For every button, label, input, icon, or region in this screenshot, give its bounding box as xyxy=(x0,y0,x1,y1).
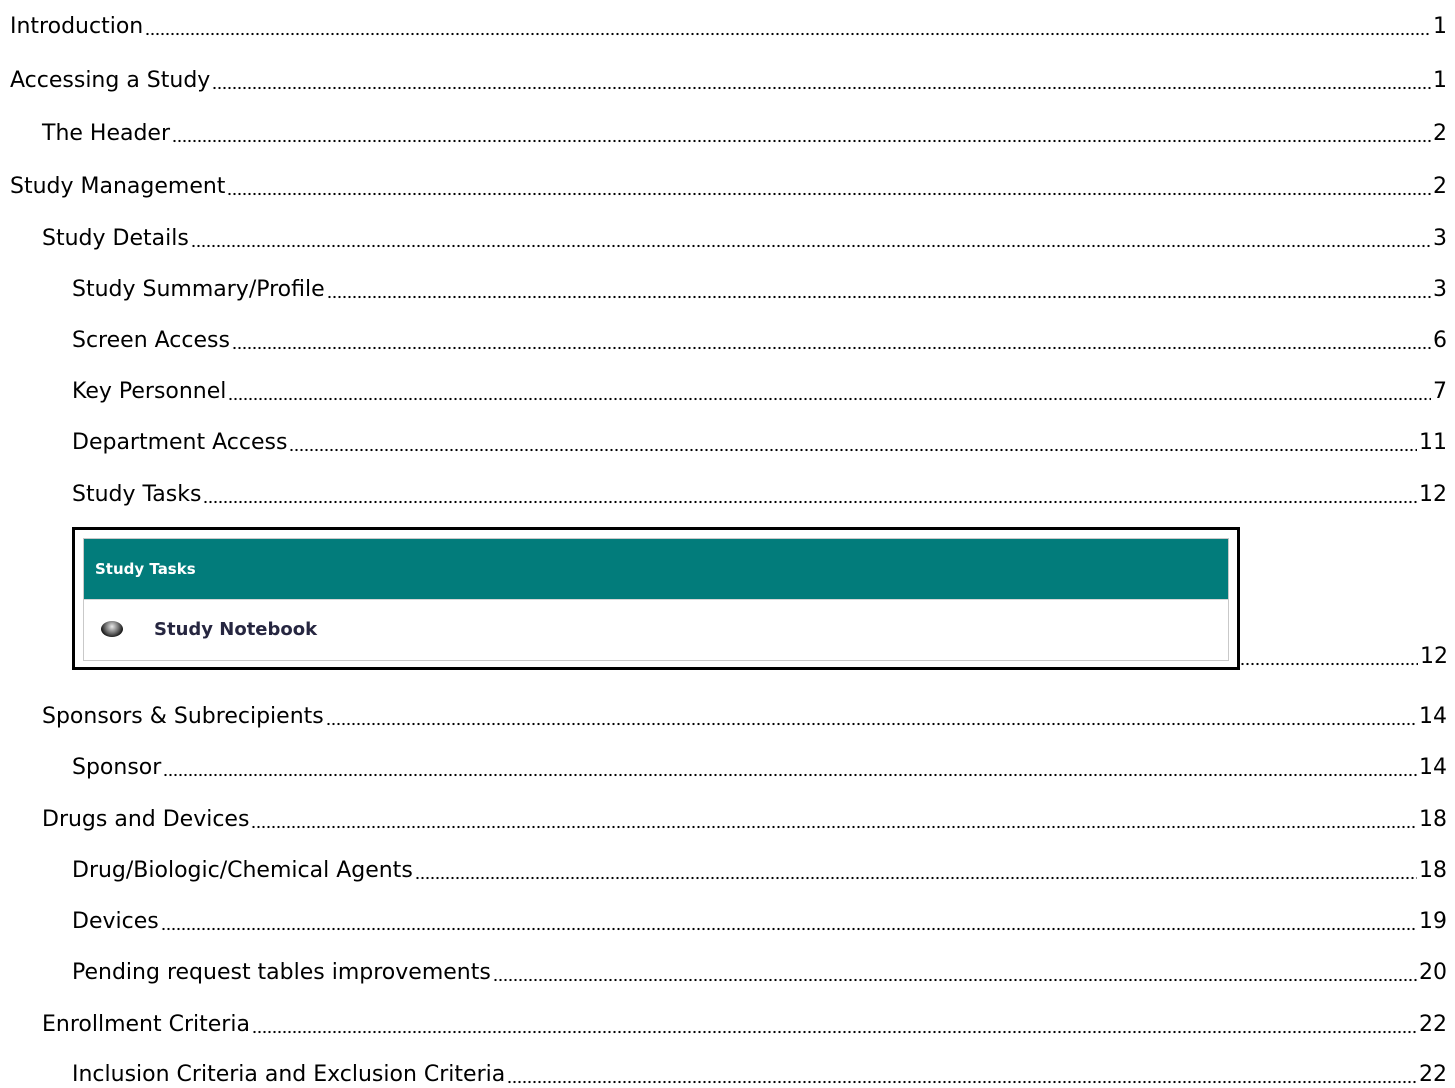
toc-entry-page: 18 xyxy=(1419,858,1447,883)
dot-leader xyxy=(289,432,1417,452)
toc-entry-title: Study Details xyxy=(42,226,189,251)
toc-entry-accessing-a-study[interactable]: Accessing a Study 1 xyxy=(10,62,1447,94)
toc-entry-title: Devices xyxy=(72,909,159,934)
toc-entry-title: Drugs and Devices xyxy=(42,807,250,832)
toc-entry-title: Pending request tables improvements xyxy=(72,960,491,985)
dot-leader xyxy=(326,279,1431,299)
dot-leader xyxy=(160,911,1417,931)
toc-entry-title: Drug/Biologic/Chemical Agents xyxy=(72,858,413,883)
toc-entry-page: 1 xyxy=(1433,68,1447,93)
dot-leader xyxy=(203,484,1417,504)
toc-entry-page: 14 xyxy=(1419,704,1447,729)
toc-entry-title: Key Personnel xyxy=(72,379,227,404)
toc-entry-page: 18 xyxy=(1419,807,1447,832)
toc-entry-drugs-and-devices[interactable]: Drugs and Devices 18 xyxy=(42,801,1447,833)
toc-entry-title: Study Management xyxy=(10,174,226,199)
study-notebook-item[interactable]: Study Notebook xyxy=(84,599,1228,658)
dot-leader xyxy=(190,228,1431,248)
toc-entry-page: 7 xyxy=(1433,379,1447,404)
dot-leader xyxy=(507,1064,1417,1084)
toc-entry-sponsors-subrecipients[interactable]: Sponsors & Subrecipients 14 xyxy=(42,698,1447,730)
toc-entry-title: Study Tasks xyxy=(72,482,202,507)
toc-entry-page: 20 xyxy=(1419,960,1447,985)
toc-entry-title: The Header xyxy=(42,121,171,146)
toc-entry-study-management[interactable]: Study Management 2 xyxy=(10,168,1447,200)
toc-entry-pending-request-tables-improvements[interactable]: Pending request tables improvements 20 xyxy=(72,954,1447,986)
toc-entry-study-details[interactable]: Study Details 3 xyxy=(42,220,1447,252)
dot-leader xyxy=(145,16,1431,36)
toc-entry-page: 14 xyxy=(1419,755,1447,780)
toc-entry-introduction[interactable]: Introduction 1 xyxy=(10,8,1447,40)
toc-entry-title: Introduction xyxy=(10,14,144,39)
dot-leader xyxy=(251,809,1417,829)
toc-entry-title: Enrollment Criteria xyxy=(42,1012,250,1037)
toc-entry-title: Study Summary/Profile xyxy=(72,277,325,302)
dot-leader xyxy=(212,70,1431,90)
dot-leader xyxy=(163,757,1417,777)
dot-leader xyxy=(231,330,1431,350)
toc-entry-department-access[interactable]: Department Access 11 xyxy=(72,424,1447,456)
toc-entry-figure-page: 12 xyxy=(1240,638,1448,670)
toc-entry-page: 1 xyxy=(1433,14,1447,39)
toc-entry-enrollment-criteria[interactable]: Enrollment Criteria 22 xyxy=(42,1006,1447,1038)
toc-entry-page: 22 xyxy=(1419,1012,1447,1037)
toc-entry-page: 12 xyxy=(1420,644,1448,669)
toc-entry-study-tasks[interactable]: Study Tasks 12 xyxy=(72,476,1447,508)
toc-entry-drug-biologic-chemical-agents[interactable]: Drug/Biologic/Chemical Agents 18 xyxy=(72,852,1447,884)
toc-entry-inclusion-exclusion-criteria[interactable]: Inclusion Criteria and Exclusion Criteri… xyxy=(72,1056,1447,1088)
dot-leader xyxy=(228,381,1431,401)
toc-entry-page: 12 xyxy=(1419,482,1447,507)
study-notebook-label: Study Notebook xyxy=(154,618,318,640)
toc-entry-title: Inclusion Criteria and Exclusion Criteri… xyxy=(72,1062,506,1087)
dot-leader xyxy=(251,1014,1417,1034)
dot-leader xyxy=(172,123,1431,143)
study-tasks-panel-header: Study Tasks xyxy=(84,539,1228,599)
dot-leader xyxy=(492,962,1417,982)
toc-entry-page: 19 xyxy=(1419,909,1447,934)
toc-entry-page: 2 xyxy=(1433,174,1447,199)
dot-leader xyxy=(325,706,1417,726)
toc-entry-title: Department Access xyxy=(72,430,288,455)
study-tasks-screenshot[interactable]: Study Tasks Study Notebook xyxy=(72,527,1240,670)
dot-leader xyxy=(1240,646,1418,666)
toc-entry-title: Sponsor xyxy=(72,755,162,780)
toc-entry-the-header[interactable]: The Header 2 xyxy=(42,115,1447,147)
toc-entry-title: Accessing a Study xyxy=(10,68,211,93)
study-tasks-panel: Study Tasks Study Notebook xyxy=(83,538,1229,661)
toc-entry-page: 6 xyxy=(1433,328,1447,353)
toc-entry-title: Sponsors & Subrecipients xyxy=(42,704,324,729)
toc-entry-key-personnel[interactable]: Key Personnel 7 xyxy=(72,373,1447,405)
toc-entry-page: 3 xyxy=(1433,226,1447,251)
toc-entry-page: 2 xyxy=(1433,121,1447,146)
toc-entry-screen-access[interactable]: Screen Access 6 xyxy=(72,322,1447,354)
toc-entry-page: 11 xyxy=(1419,430,1447,455)
radio-bullet-icon xyxy=(101,621,123,637)
toc-entry-study-summary-profile[interactable]: Study Summary/Profile 3 xyxy=(72,271,1447,303)
toc-entry-page: 22 xyxy=(1419,1062,1447,1087)
toc-entry-title: Screen Access xyxy=(72,328,230,353)
dot-leader xyxy=(227,176,1431,196)
toc-entry-devices[interactable]: Devices 19 xyxy=(72,903,1447,935)
dot-leader xyxy=(414,860,1417,880)
toc-entry-sponsor[interactable]: Sponsor 14 xyxy=(72,749,1447,781)
toc-entry-page: 3 xyxy=(1433,277,1447,302)
